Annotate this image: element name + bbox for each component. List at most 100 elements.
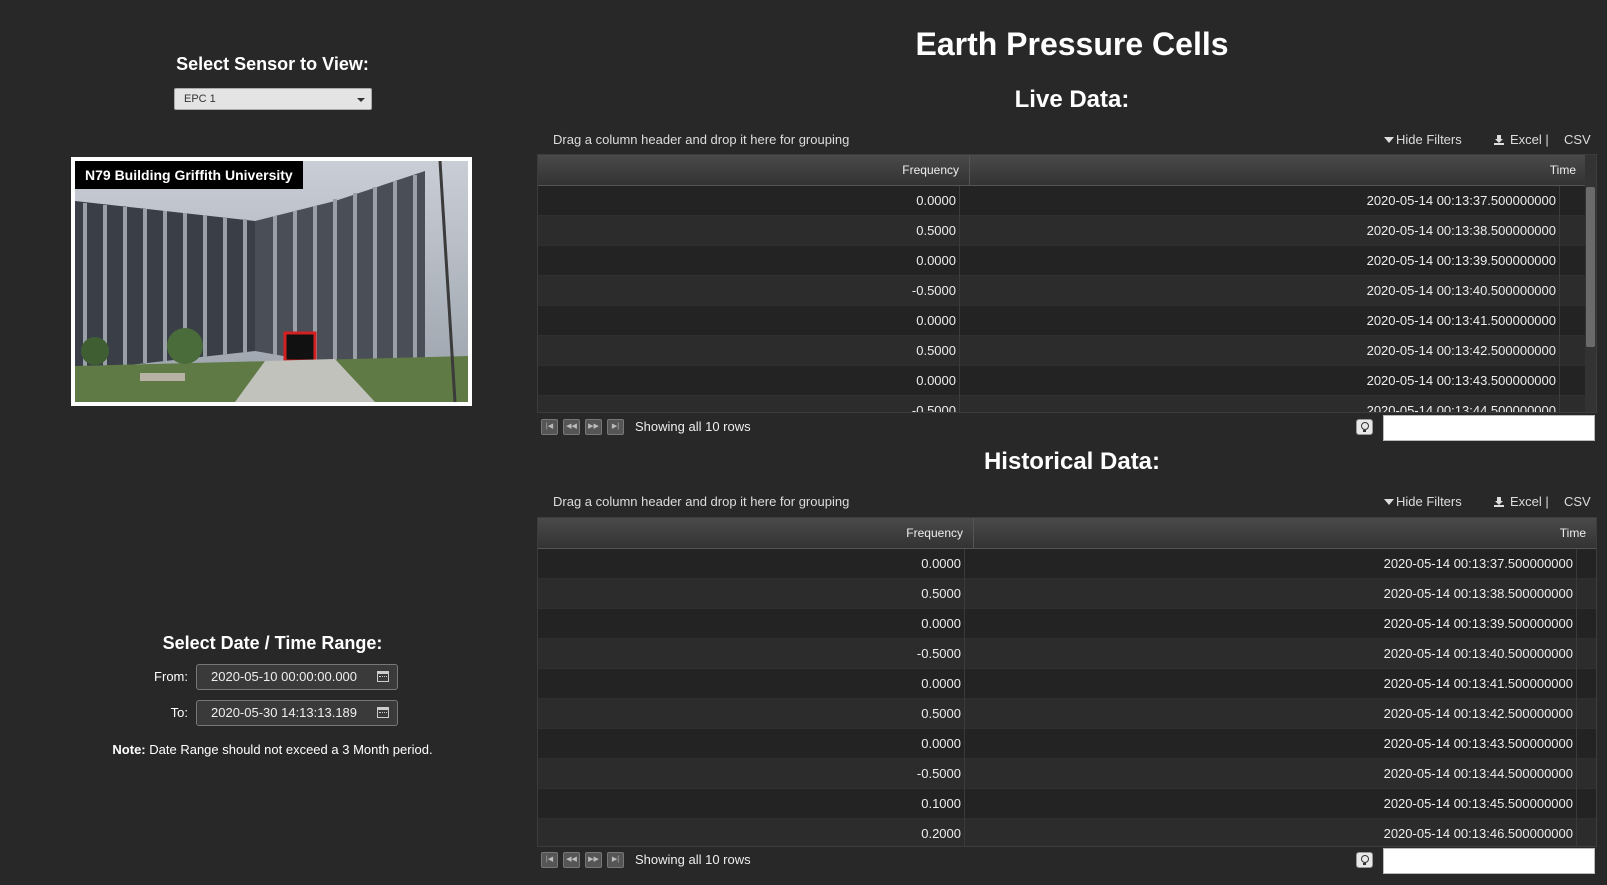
- cell-time: 2020-05-14 00:13:44.500000000: [965, 759, 1577, 789]
- group-drop-zone[interactable]: Drag a column header and drop it here fo…: [553, 494, 849, 509]
- table-row[interactable]: 0.0000 2020-05-14 00:13:41.500000000: [538, 669, 1596, 699]
- excel-export-button[interactable]: Excel |: [1494, 494, 1549, 509]
- next-page-icon[interactable]: ▶▶: [585, 852, 602, 868]
- table-row[interactable]: -0.5000 2020-05-14 00:13:44.500000000: [538, 396, 1585, 412]
- cell-time: 2020-05-14 00:13:45.500000000: [965, 789, 1577, 819]
- cell-frequency: -0.5000: [538, 639, 965, 669]
- cell-time: 2020-05-14 00:13:38.500000000: [965, 579, 1577, 609]
- historical-grid-rows: 0.0000 2020-05-14 00:13:37.500000000 0.500…: [538, 549, 1596, 846]
- historical-grid-toolbar: Drag a column header and drop it here fo…: [537, 490, 1607, 514]
- sidebar: Select Sensor to View: EPC 1 N79 Buildin…: [0, 0, 530, 885]
- note-text: Date Range should not exceed a 3 Month p…: [145, 742, 433, 757]
- scroll-thumb[interactable]: [1586, 187, 1595, 347]
- cell-frequency: 0.0000: [538, 669, 965, 699]
- table-row[interactable]: 0.2000 2020-05-14 00:13:46.500000000: [538, 819, 1596, 846]
- cell-frequency: 0.0000: [538, 729, 965, 759]
- cell-frequency: 0.5000: [538, 699, 965, 729]
- from-date-value: 2020-05-10 00:00:00.000: [211, 669, 358, 684]
- note-label: Note:: [112, 742, 146, 757]
- cell-time: 2020-05-14 00:13:40.500000000: [960, 276, 1560, 306]
- cell-time: 2020-05-14 00:13:44.500000000: [960, 396, 1560, 412]
- table-row[interactable]: 0.5000 2020-05-14 00:13:42.500000000: [538, 699, 1596, 729]
- group-drop-zone[interactable]: Drag a column header and drop it here fo…: [553, 132, 849, 147]
- hide-filters-button[interactable]: Hide Filters: [1384, 494, 1462, 509]
- from-label: From:: [154, 669, 188, 684]
- last-page-icon[interactable]: ▶|: [607, 852, 624, 868]
- last-page-icon[interactable]: ▶|: [607, 419, 624, 435]
- page-title: Earth Pressure Cells: [915, 26, 1229, 62]
- csv-export-button[interactable]: CSV: [1564, 494, 1591, 509]
- table-row[interactable]: 0.0000 2020-05-14 00:13:39.500000000: [538, 609, 1596, 639]
- cell-time: 2020-05-14 00:13:37.500000000: [960, 186, 1560, 216]
- lightbulb-icon[interactable]: [1356, 419, 1373, 435]
- table-row[interactable]: -0.5000 2020-05-14 00:13:40.500000000: [538, 639, 1596, 669]
- table-row[interactable]: 0.5000 2020-05-14 00:13:38.500000000: [538, 579, 1596, 609]
- table-row[interactable]: -0.5000 2020-05-14 00:13:44.500000000: [538, 759, 1596, 789]
- cell-frequency: -0.5000: [538, 276, 960, 306]
- historical-grid-pager: |◀ ◀◀ ▶▶ ▶| Showing all 10 rows: [537, 846, 1607, 874]
- excel-label: Excel: [1510, 132, 1542, 147]
- pager-info: Showing all 10 rows: [635, 419, 751, 434]
- first-page-icon[interactable]: |◀: [541, 419, 558, 435]
- sensor-select-title: Select Sensor to View:: [176, 54, 369, 74]
- sensor-select[interactable]: EPC 1: [174, 88, 372, 110]
- column-header-frequency[interactable]: Frequency: [538, 155, 970, 185]
- historical-data-title: Historical Data:: [983, 448, 1161, 475]
- next-page-icon[interactable]: ▶▶: [585, 419, 602, 435]
- table-row[interactable]: 0.0000 2020-05-14 00:13:37.500000000: [538, 186, 1585, 216]
- table-row[interactable]: 0.1000 2020-05-14 00:13:45.500000000: [538, 789, 1596, 819]
- cell-time: 2020-05-14 00:13:38.500000000: [960, 216, 1560, 246]
- column-header-time[interactable]: Time: [970, 155, 1587, 185]
- excel-export-button[interactable]: Excel |: [1494, 132, 1549, 147]
- live-grid-rows: 0.0000 2020-05-14 00:13:37.500000000 0.500…: [538, 186, 1585, 412]
- column-header-time[interactable]: Time: [974, 518, 1596, 548]
- calendar-icon[interactable]: [377, 707, 389, 718]
- cell-frequency: 0.0000: [538, 366, 960, 396]
- cell-frequency: 0.0000: [538, 246, 960, 276]
- photo-caption: N79 Building Griffith University: [75, 161, 303, 189]
- pager-info: Showing all 10 rows: [635, 852, 751, 867]
- prev-page-icon[interactable]: ◀◀: [563, 419, 580, 435]
- main-content: Earth Pressure Cells Live Data: Drag a c…: [537, 0, 1607, 885]
- cell-time: 2020-05-14 00:13:39.500000000: [965, 609, 1577, 639]
- cell-time: 2020-05-14 00:13:42.500000000: [965, 699, 1577, 729]
- cell-time: 2020-05-14 00:13:37.500000000: [965, 549, 1577, 579]
- cell-frequency: 0.5000: [538, 216, 960, 246]
- hide-filters-label: Hide Filters: [1396, 132, 1462, 147]
- table-row[interactable]: -0.5000 2020-05-14 00:13:40.500000000: [538, 276, 1585, 306]
- grid-search-input[interactable]: [1383, 848, 1595, 874]
- grid-search-input[interactable]: [1383, 415, 1595, 441]
- from-date-input[interactable]: 2020-05-10 00:00:00.000: [196, 664, 398, 690]
- cell-time: 2020-05-14 00:13:43.500000000: [960, 366, 1560, 396]
- csv-export-button[interactable]: CSV: [1564, 132, 1591, 147]
- cell-frequency: 0.5000: [538, 336, 960, 366]
- table-row[interactable]: 0.0000 2020-05-14 00:13:43.500000000: [538, 366, 1585, 396]
- live-grid-toolbar: Drag a column header and drop it here fo…: [537, 128, 1607, 152]
- hide-filters-button[interactable]: Hide Filters: [1384, 132, 1462, 147]
- to-date-input[interactable]: 2020-05-30 14:13:13.189: [196, 700, 398, 726]
- cell-time: 2020-05-14 00:13:46.500000000: [965, 819, 1577, 846]
- prev-page-icon[interactable]: ◀◀: [563, 852, 580, 868]
- table-row[interactable]: 0.0000 2020-05-14 00:13:37.500000000: [538, 549, 1596, 579]
- cell-frequency: 0.5000: [538, 579, 965, 609]
- from-date-row: From: 2020-05-10 00:00:00.000: [0, 664, 545, 690]
- table-row[interactable]: 0.5000 2020-05-14 00:13:42.500000000: [538, 336, 1585, 366]
- historical-data-grid: Frequency Time 0.0000 2020-05-14 00:13:37…: [537, 517, 1597, 847]
- calendar-icon[interactable]: [377, 671, 389, 682]
- table-row[interactable]: 0.0000 2020-05-14 00:13:41.500000000: [538, 306, 1585, 336]
- table-row[interactable]: 0.0000 2020-05-14 00:13:39.500000000: [538, 246, 1585, 276]
- first-page-icon[interactable]: |◀: [541, 852, 558, 868]
- column-header-frequency[interactable]: Frequency: [538, 518, 974, 548]
- live-grid-scrollbar[interactable]: [1585, 155, 1596, 412]
- cell-time: 2020-05-14 00:13:43.500000000: [965, 729, 1577, 759]
- table-row[interactable]: 0.0000 2020-05-14 00:13:43.500000000: [538, 729, 1596, 759]
- lightbulb-icon[interactable]: [1356, 852, 1373, 868]
- cell-time: 2020-05-14 00:13:40.500000000: [965, 639, 1577, 669]
- filter-icon: [1384, 137, 1394, 143]
- cell-frequency: 0.2000: [538, 819, 965, 846]
- table-row[interactable]: 0.5000 2020-05-14 00:13:38.500000000: [538, 216, 1585, 246]
- live-data-grid: Frequency Time 0.0000 2020-05-14 00:13:37…: [537, 154, 1597, 413]
- cell-frequency: 0.0000: [538, 549, 965, 579]
- live-grid-header: Frequency Time: [538, 155, 1596, 186]
- date-range-note: Note: Date Range should not exceed a 3 M…: [0, 742, 545, 757]
